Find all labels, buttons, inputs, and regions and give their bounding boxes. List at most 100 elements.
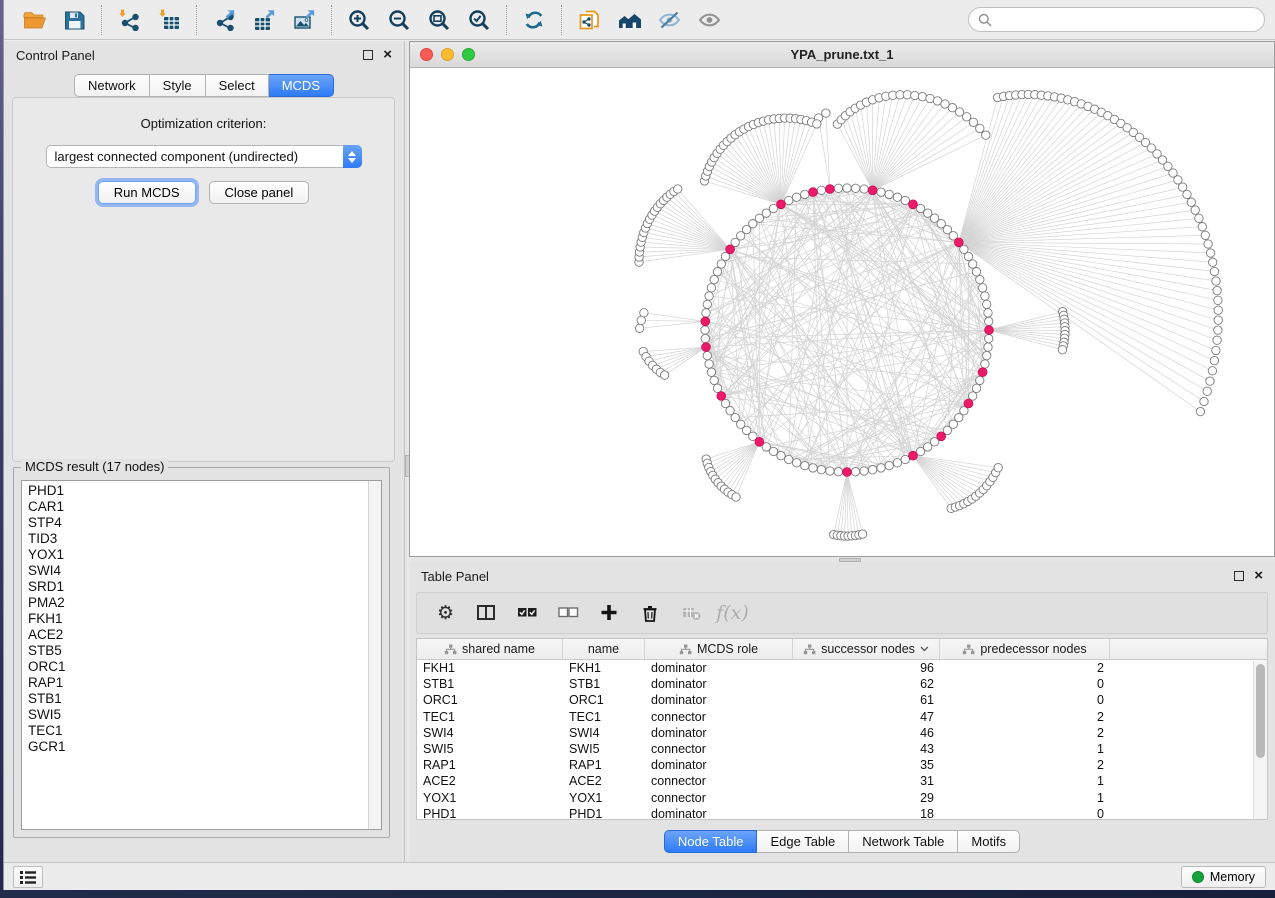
run-mcds-button[interactable]: Run MCDS: [98, 181, 196, 204]
network-graph[interactable]: [410, 68, 1275, 557]
mcds-result-item[interactable]: STB1: [28, 691, 381, 707]
table-row[interactable]: FKH1FKH1dominator962: [417, 660, 1267, 676]
close-panel-icon[interactable]: ×: [383, 50, 392, 60]
search-input[interactable]: [998, 12, 1255, 27]
mcds-result-item[interactable]: FKH1: [28, 611, 381, 627]
table-cell: 35: [793, 758, 940, 772]
float-panel-icon[interactable]: [363, 50, 373, 60]
criterion-select[interactable]: largest connected component (undirected): [46, 145, 362, 168]
close-table-panel-icon[interactable]: ×: [1254, 571, 1263, 581]
memory-button[interactable]: Memory: [1181, 866, 1266, 888]
toolbar-separator: [196, 5, 197, 35]
table-cell: STB1: [417, 677, 563, 691]
search-box[interactable]: [968, 7, 1265, 32]
show-all-button[interactable]: [689, 4, 729, 36]
mcds-result-item[interactable]: RAP1: [28, 675, 381, 691]
export-network-button[interactable]: [204, 4, 244, 36]
task-history-button[interactable]: [13, 866, 43, 888]
mcds-result-item[interactable]: CAR1: [28, 499, 381, 515]
deselect-all-checkbox-button[interactable]: [550, 597, 587, 629]
table-cell: FKH1: [563, 661, 645, 675]
column-type-icon: [803, 644, 816, 655]
import-network-button[interactable]: [109, 4, 149, 36]
table-cell: 2: [940, 710, 1110, 724]
delete-column-button[interactable]: [632, 597, 669, 629]
table-tab-edge-table[interactable]: Edge Table: [757, 830, 849, 853]
mcds-result-item[interactable]: TID3: [28, 531, 381, 547]
table-tab-motifs[interactable]: Motifs: [958, 830, 1020, 853]
table-cell: ORC1: [417, 693, 563, 707]
column-header-predecessor-nodes[interactable]: predecessor nodes: [940, 639, 1110, 659]
mcds-result-item[interactable]: PMA2: [28, 595, 381, 611]
hide-selected-button[interactable]: [649, 4, 689, 36]
table-row[interactable]: SWI5SWI5connector431: [417, 741, 1267, 757]
select-stepper-icon: [343, 145, 362, 168]
mcds-options-panel: Optimization criterion: largest connecte…: [12, 97, 395, 462]
export-image-button[interactable]: [284, 4, 324, 36]
table-row[interactable]: STB1STB1dominator620: [417, 676, 1267, 692]
mcds-result-item[interactable]: YOX1: [28, 547, 381, 563]
open-file-button[interactable]: [14, 4, 54, 36]
mcds-result-item[interactable]: TEC1: [28, 723, 381, 739]
table-cell: 29: [793, 791, 940, 805]
split-panel-button[interactable]: [468, 597, 505, 629]
zoom-selected-button[interactable]: [459, 4, 499, 36]
table-cell: connector: [645, 791, 793, 805]
mcds-result-item[interactable]: ACE2: [28, 627, 381, 643]
horizontal-splitter-grip[interactable]: [839, 558, 861, 562]
float-table-panel-icon[interactable]: [1234, 571, 1244, 581]
table-cell: 61: [793, 693, 940, 707]
table-row[interactable]: ORC1ORC1dominator610: [417, 692, 1267, 708]
table-scrollbar-thumb[interactable]: [1256, 664, 1265, 758]
mcds-result-list[interactable]: PHD1CAR1STP4TID3YOX1SWI4SRD1PMA2FKH1ACE2…: [21, 480, 382, 830]
clone-network-button[interactable]: [569, 4, 609, 36]
zoom-out-button[interactable]: [379, 4, 419, 36]
mcds-result-item[interactable]: GCR1: [28, 739, 381, 755]
table-cell: ORC1: [563, 693, 645, 707]
table-row[interactable]: YOX1YOX1connector291: [417, 790, 1267, 806]
mcds-result-item[interactable]: SWI4: [28, 563, 381, 579]
tab-network[interactable]: Network: [74, 74, 150, 97]
network-canvas[interactable]: [410, 68, 1274, 556]
table-row[interactable]: SWI4SWI4dominator462: [417, 725, 1267, 741]
refresh-button[interactable]: [514, 4, 554, 36]
table-row[interactable]: PHD1PHD1dominator180: [417, 806, 1267, 820]
table-row[interactable]: RAP1RAP1dominator352: [417, 757, 1267, 773]
mcds-result-item[interactable]: ORC1: [28, 659, 381, 675]
toolbar-separator: [506, 5, 507, 35]
mcds-result-item[interactable]: SRD1: [28, 579, 381, 595]
export-table-button[interactable]: [244, 4, 284, 36]
add-column-button[interactable]: [591, 597, 628, 629]
table-row[interactable]: ACE2ACE2connector311: [417, 773, 1267, 789]
column-header-MCDS-role[interactable]: MCDS role: [645, 639, 793, 659]
open-file-icon: [22, 9, 47, 31]
import-table-button[interactable]: [149, 4, 189, 36]
table-settings-button[interactable]: ⚙: [427, 597, 464, 629]
zoom-fit-button[interactable]: [419, 4, 459, 36]
first-neighbors-button[interactable]: [609, 4, 649, 36]
mcds-result-item[interactable]: SWI5: [28, 707, 381, 723]
column-header-successor-nodes[interactable]: successor nodes: [793, 639, 940, 659]
save-session-button[interactable]: [54, 4, 94, 36]
first-neighbors-icon: [617, 9, 642, 31]
main-toolbar: [4, 0, 1275, 40]
tab-style[interactable]: Style: [150, 74, 206, 97]
table-tab-node-table[interactable]: Node Table: [664, 830, 758, 853]
zoom-in-button[interactable]: [339, 4, 379, 36]
mcds-result-item[interactable]: STP4: [28, 515, 381, 531]
column-header-shared-name[interactable]: shared name: [417, 639, 563, 659]
table-row[interactable]: TEC1TEC1connector472: [417, 709, 1267, 725]
select-all-checkbox-button[interactable]: [509, 597, 546, 629]
tab-select[interactable]: Select: [206, 74, 269, 97]
table-panel-title: Table Panel: [421, 569, 489, 584]
table-tab-network-table[interactable]: Network Table: [849, 830, 958, 853]
table-cell: 1: [940, 791, 1110, 805]
mcds-result-item[interactable]: PHD1: [28, 483, 381, 499]
result-list-scrollbar[interactable]: [368, 481, 381, 829]
tab-mcds[interactable]: MCDS: [269, 74, 334, 97]
table-cell: 0: [940, 807, 1110, 820]
close-panel-button[interactable]: Close panel: [209, 181, 310, 204]
table-scrollbar[interactable]: [1253, 661, 1267, 819]
mcds-result-item[interactable]: STB5: [28, 643, 381, 659]
column-header-name[interactable]: name: [563, 639, 645, 659]
